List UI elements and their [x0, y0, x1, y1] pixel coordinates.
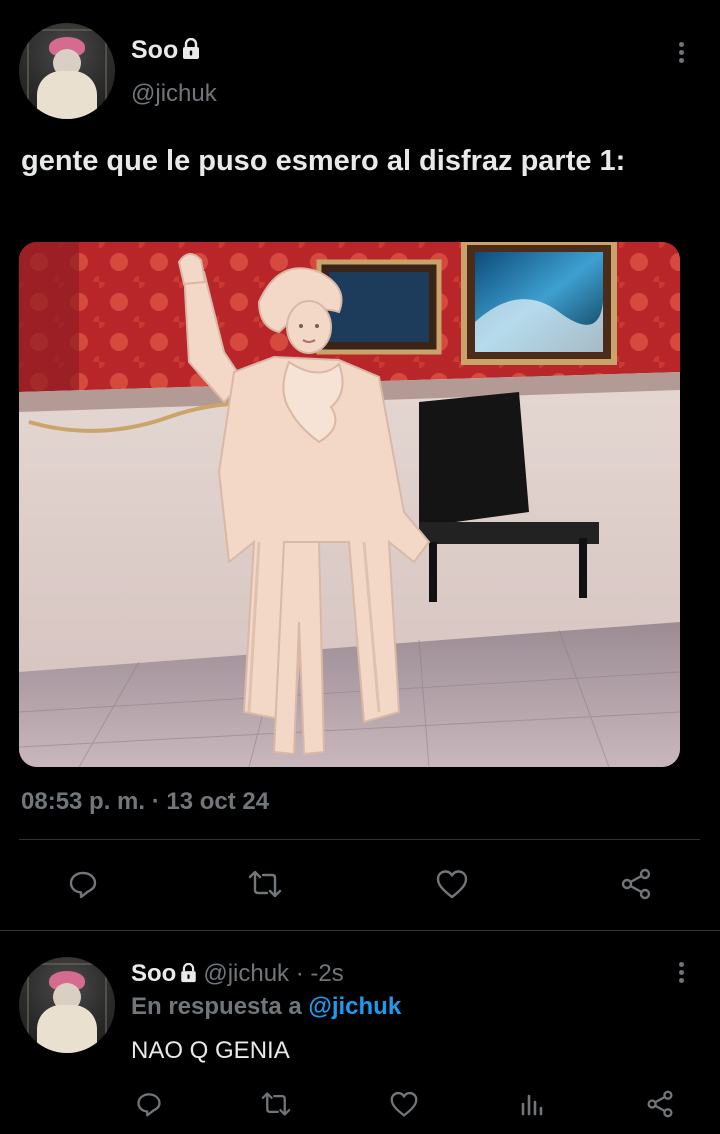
divider	[19, 839, 700, 840]
heart-icon	[436, 870, 468, 899]
tweet-timestamp[interactable]: 08:53 p. m. · 13 oct 24	[21, 788, 269, 816]
retweet-button[interactable]	[245, 864, 285, 904]
reply-author-handle[interactable]: @jichuk · -2s	[203, 960, 343, 987]
avatar-body	[37, 71, 97, 119]
reply-author-name[interactable]: Soo	[131, 960, 176, 987]
reply-header: Soo @jichuk · -2s	[131, 960, 344, 988]
author-name[interactable]: Soo	[131, 36, 200, 65]
tweet-text: gente que le puso esmero al disfraz part…	[21, 145, 626, 177]
more-vertical-icon[interactable]	[676, 962, 686, 990]
reply-icon	[69, 871, 97, 899]
reply-button[interactable]	[63, 864, 103, 904]
in-reply-to: En respuesta a @jichuk	[131, 993, 401, 1021]
tweet-media-image[interactable]	[19, 242, 680, 767]
analytics-icon	[521, 1094, 543, 1116]
divider	[0, 930, 720, 931]
avatar[interactable]	[19, 23, 115, 119]
share-icon	[621, 868, 651, 900]
like-button[interactable]	[432, 864, 472, 904]
author-name-text: Soo	[131, 36, 179, 64]
reply-avatar[interactable]	[19, 957, 115, 1053]
lock-icon	[183, 38, 200, 59]
views-button[interactable]	[512, 1084, 552, 1124]
more-vertical-icon[interactable]	[676, 42, 686, 70]
reply-button[interactable]	[129, 1084, 169, 1124]
in-reply-mention[interactable]: @jichuk	[308, 993, 401, 1020]
author-handle[interactable]: @jichuk	[131, 80, 217, 108]
share-button[interactable]	[640, 1084, 680, 1124]
retweet-icon	[261, 1092, 291, 1116]
avatar-body	[37, 1005, 97, 1053]
reply-icon	[137, 1093, 161, 1117]
retweet-button[interactable]	[256, 1084, 296, 1124]
reply-text: NAO Q GENIA	[131, 1037, 290, 1064]
retweet-icon	[248, 870, 282, 898]
costume-photo	[19, 242, 680, 767]
lock-icon	[181, 963, 197, 983]
share-icon	[647, 1090, 673, 1118]
share-button[interactable]	[616, 864, 656, 904]
like-button[interactable]	[384, 1084, 424, 1124]
heart-icon	[390, 1091, 418, 1117]
in-reply-prefix: En respuesta a	[131, 993, 309, 1020]
